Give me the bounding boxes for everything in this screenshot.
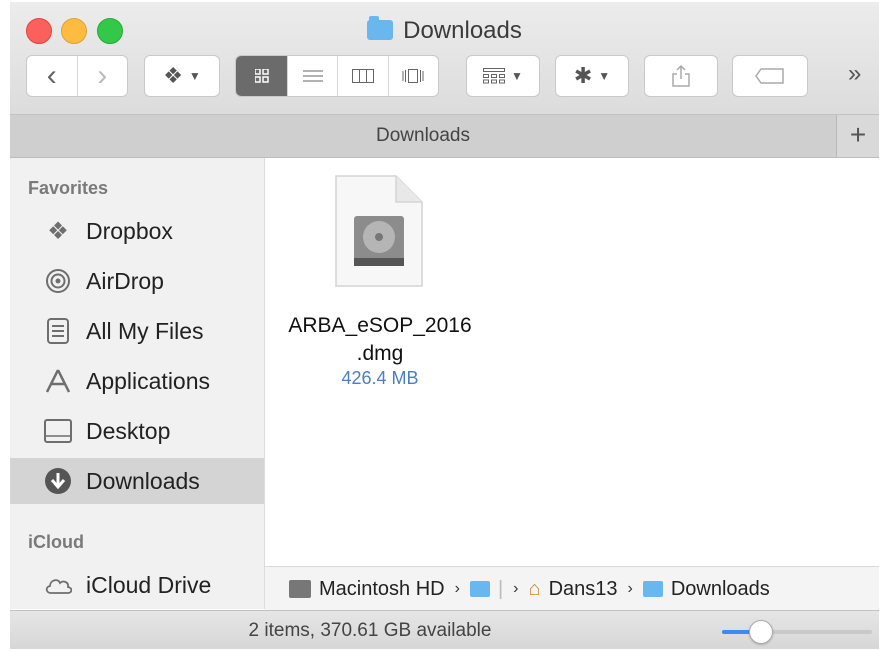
- columns-icon: [352, 69, 375, 83]
- grid-icon: [254, 69, 269, 83]
- slider-knob[interactable]: [748, 620, 773, 644]
- sidebar-item-airdrop[interactable]: AirDrop: [10, 258, 264, 304]
- chevron-right-icon: ›: [513, 580, 519, 597]
- nav-buttons: ‹ ›: [26, 55, 128, 97]
- list-icon: [302, 70, 323, 82]
- airdrop-icon: [44, 267, 72, 295]
- share-button[interactable]: [644, 55, 718, 97]
- icon-view-button[interactable]: [236, 56, 289, 96]
- disk-image-icon: [335, 175, 423, 287]
- tag-icon: [755, 68, 784, 84]
- sidebar-item-all-my-files[interactable]: All My Files: [10, 308, 264, 354]
- sidebar-item-desktop[interactable]: Desktop: [10, 408, 264, 454]
- column-view-button[interactable]: [338, 56, 389, 96]
- status-text: 2 items, 370.61 GB available: [248, 620, 492, 641]
- file-browser-content: ARBA_eSOP_2016 .dmg 426.4 MB: [265, 158, 879, 566]
- icon-size-slider[interactable]: [722, 620, 872, 644]
- window-title: Downloads: [10, 16, 879, 45]
- file-size: 426.4 MB: [341, 368, 419, 388]
- file-name-line-2: .dmg: [356, 342, 404, 365]
- all-files-icon: [44, 317, 72, 345]
- chevron-down-icon: ▼: [511, 69, 523, 83]
- path-item-label: Downloads: [670, 577, 770, 600]
- sidebar-item-label: Desktop: [86, 417, 171, 444]
- dropbox-icon: ❖: [47, 217, 69, 245]
- path-bar: Macintosh HD › | › ⌂ Dans13 › Downloads: [265, 566, 879, 611]
- home-icon: ⌂: [528, 577, 541, 600]
- tags-button[interactable]: [732, 55, 808, 97]
- chevron-right-icon: ›: [627, 580, 633, 597]
- user-folder-icon: [469, 581, 490, 597]
- arrange-icon: [483, 68, 506, 84]
- sidebar-section-icloud: iCloud: [28, 532, 84, 552]
- folder-icon: [642, 581, 663, 597]
- file-name: ARBA_eSOP_2016 .dmg: [265, 312, 495, 368]
- share-icon: [672, 65, 690, 87]
- sidebar-item-label: iCloud Drive: [86, 571, 212, 598]
- toolbar-overflow-button[interactable]: »: [848, 60, 861, 88]
- chevron-down-icon: ▼: [598, 69, 611, 83]
- path-item-macintosh-hd[interactable]: Macintosh HD: [289, 578, 445, 601]
- desktop-icon: [44, 417, 72, 445]
- forward-arrow-icon: ›: [97, 59, 108, 92]
- path-item-label: Macintosh HD: [319, 577, 445, 600]
- sidebar-section-favorites: Favorites: [28, 178, 109, 198]
- view-mode-selector: [235, 55, 439, 97]
- sidebar-item-applications[interactable]: Applications: [10, 358, 264, 404]
- applications-icon: [44, 367, 72, 395]
- cloud-icon: [44, 571, 72, 599]
- hard-drive-icon: [289, 580, 311, 598]
- tab-bar: Downloads +: [10, 115, 879, 158]
- title-bar: Downloads ‹ › ❖ ▼ ▼ ✱ ▼ »: [10, 2, 879, 115]
- sidebar-item-label: AirDrop: [86, 267, 164, 294]
- sidebar: Favorites ❖ Dropbox AirDrop All My Files…: [10, 158, 265, 609]
- path-item-downloads[interactable]: Downloads: [642, 577, 770, 601]
- chevron-down-icon: ▼: [188, 69, 201, 83]
- truncated-separator: |: [497, 577, 504, 600]
- downloads-icon: [44, 467, 72, 495]
- sidebar-item-label: All My Files: [86, 317, 204, 344]
- cover-flow-view-button[interactable]: [389, 56, 438, 96]
- dropbox-menu-button[interactable]: ❖ ▼: [144, 55, 220, 97]
- sidebar-item-downloads[interactable]: Downloads: [10, 458, 264, 504]
- tab-downloads[interactable]: Downloads: [10, 115, 837, 157]
- sidebar-item-label: Downloads: [86, 467, 200, 494]
- arrange-menu-button[interactable]: ▼: [466, 55, 540, 97]
- list-view-button[interactable]: [288, 56, 339, 96]
- forward-button[interactable]: ›: [78, 56, 128, 96]
- sidebar-item-dropbox[interactable]: ❖ Dropbox: [10, 208, 264, 254]
- path-item-users[interactable]: |: [469, 577, 504, 601]
- folder-icon: [367, 16, 394, 40]
- new-tab-button[interactable]: +: [837, 115, 879, 157]
- status-bar: 2 items, 370.61 GB available: [10, 610, 879, 649]
- sidebar-item-icloud-drive[interactable]: iCloud Drive: [10, 562, 264, 608]
- chevron-right-icon: ›: [454, 580, 460, 597]
- sidebar-item-label: Applications: [86, 367, 211, 394]
- path-item-home[interactable]: ⌂ Dans13: [528, 578, 617, 601]
- finder-window: Downloads ‹ › ❖ ▼ ▼ ✱ ▼ » Downloads + Fa…: [10, 2, 879, 649]
- path-item-label: Dans13: [548, 577, 618, 600]
- cover-flow-icon: [402, 69, 424, 83]
- back-button[interactable]: ‹: [27, 56, 78, 96]
- gear-icon: ✱: [573, 63, 593, 88]
- dropbox-icon: ❖: [163, 63, 183, 88]
- file-name-line-1: ARBA_eSOP_2016: [288, 314, 472, 337]
- window-title-text: Downloads: [403, 17, 522, 44]
- back-arrow-icon: ‹: [46, 59, 57, 92]
- action-menu-button[interactable]: ✱ ▼: [555, 55, 629, 97]
- sidebar-item-label: Dropbox: [86, 217, 173, 244]
